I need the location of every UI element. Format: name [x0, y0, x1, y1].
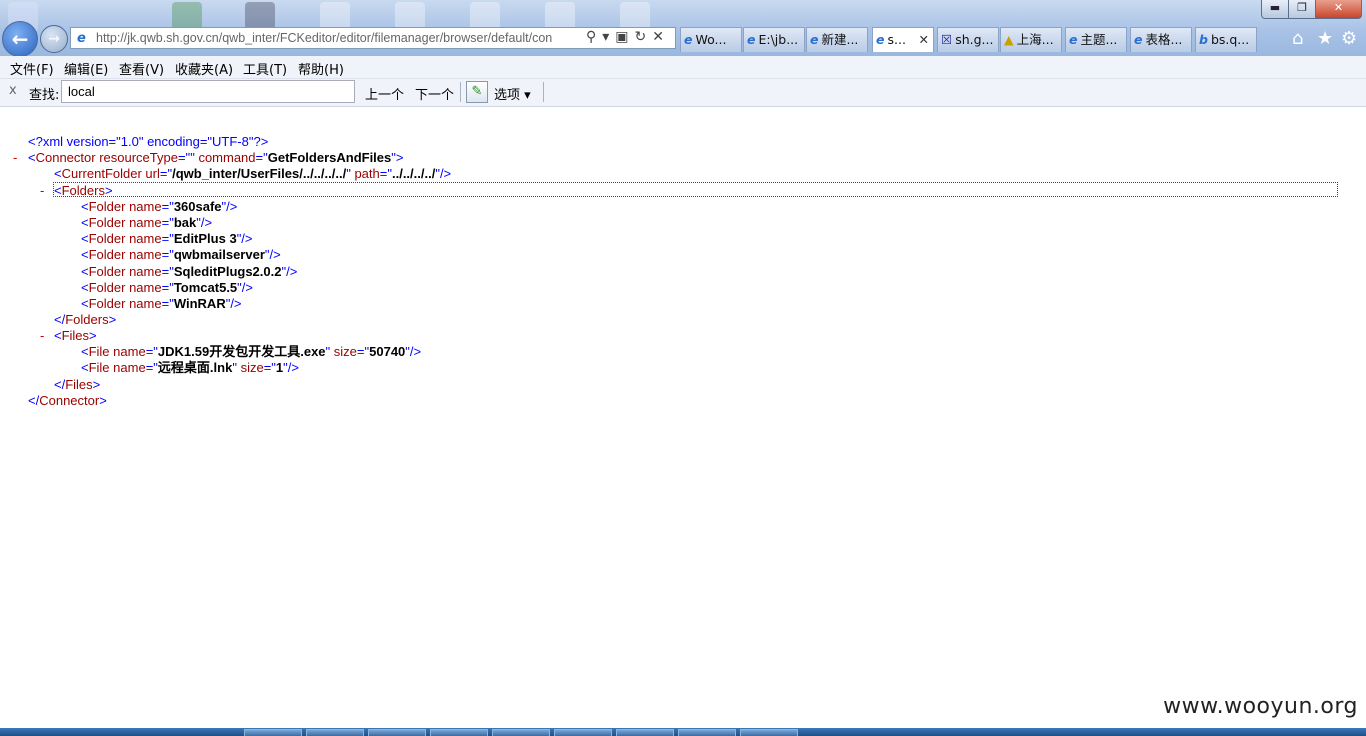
xml-files-close: </Files>: [54, 377, 101, 392]
taskbar-item[interactable]: [368, 729, 426, 736]
gear-icon[interactable]: ⚙: [1341, 28, 1357, 49]
tab[interactable]: e 主题...: [1065, 27, 1127, 52]
menu-file[interactable]: 文件(F): [10, 59, 54, 78]
tab-label: sh.g...: [955, 32, 994, 47]
address-bar-icons[interactable]: ⚲▾▣↻✕: [586, 29, 670, 45]
find-options-button[interactable]: 选项 ▾: [494, 84, 531, 103]
find-previous-button[interactable]: 上一个: [365, 84, 404, 103]
find-input[interactable]: [61, 80, 355, 103]
tab[interactable]: ▲ 上海...: [1000, 27, 1062, 52]
taskbar-item[interactable]: [616, 729, 674, 736]
compat-view-icon[interactable]: ▣: [615, 29, 634, 45]
xml-files-open: <Files>: [54, 328, 97, 343]
ie-page-icon: e: [77, 31, 86, 46]
xml-current-folder: <CurrentFolder url="/qwb_inter/UserFiles…: [54, 166, 452, 181]
close-window-button[interactable]: ✕: [1315, 0, 1362, 19]
separator: [543, 82, 544, 102]
find-next-button[interactable]: 下一个: [415, 84, 454, 103]
ie-favicon-icon: e: [747, 32, 756, 47]
collapse-marker[interactable]: -: [40, 183, 44, 198]
menu-bar: 文件(F) 编辑(E) 查看(V) 收藏夹(A) 工具(T) 帮助(H): [0, 56, 1366, 79]
find-label: 查找:: [29, 88, 60, 103]
browser-title-bar: ▬ ❐ ✕ ← → e http://jk.qwb.sh.gov.cn/qwb_…: [0, 0, 1366, 57]
tab-label: E:\jb...: [758, 32, 799, 47]
minimize-button[interactable]: ▬: [1261, 0, 1289, 19]
collapse-marker[interactable]: -: [13, 150, 17, 165]
taskbar-item[interactable]: [306, 729, 364, 736]
home-icon[interactable]: ⌂: [1292, 28, 1303, 49]
taskbar-item[interactable]: [554, 729, 612, 736]
xml-folder: <Folder name="bak"/>: [81, 215, 213, 230]
xml-folder: <Folder name="WinRAR"/>: [81, 296, 242, 311]
xml-connector-open: <Connector resourceType="" command="GetF…: [28, 150, 404, 165]
taskbar-item[interactable]: [492, 729, 550, 736]
address-url[interactable]: http://jk.qwb.sh.gov.cn/qwb_inter/FCKedi…: [96, 31, 590, 45]
xml-folders-close: </Folders>: [54, 312, 117, 327]
focus-outline: [53, 182, 1338, 197]
tab-close-icon[interactable]: ✕: [919, 28, 929, 51]
tab[interactable]: b bs.q...: [1195, 27, 1257, 52]
dropdown-icon[interactable]: ▾: [602, 29, 615, 45]
xml-folder: <Folder name="SqleditPlugs2.0.2"/>: [81, 264, 298, 279]
paw-favicon-icon: ☒: [941, 32, 953, 47]
stop-icon[interactable]: ✕: [652, 29, 670, 45]
tab[interactable]: ☒ sh.g...: [937, 27, 999, 52]
xml-file: <File name="JDK1.59开发包开发工具.exe" size="50…: [81, 344, 422, 359]
xml-folder: <Folder name="qwbmailserver"/>: [81, 247, 281, 262]
xml-connector-close: </Connector>: [28, 393, 107, 408]
menu-help[interactable]: 帮助(H): [298, 59, 344, 78]
back-arrow-icon: ←: [11, 27, 29, 51]
xml-folder: <Folder name="Tomcat5.5"/>: [81, 280, 253, 295]
bs-favicon-icon: b: [1199, 32, 1208, 47]
tab[interactable]: e 表格...: [1130, 27, 1192, 52]
ie-favicon-icon: e: [876, 32, 885, 47]
xml-folder: <Folder name="360safe"/>: [81, 199, 238, 214]
refresh-icon[interactable]: ↻: [635, 29, 653, 45]
forward-button[interactable]: →: [40, 25, 68, 53]
tab[interactable]: e Wo...: [680, 27, 742, 52]
back-button[interactable]: ←: [2, 21, 38, 57]
tab-label: s...: [887, 32, 906, 47]
menu-edit[interactable]: 编辑(E): [64, 59, 108, 78]
watermark: www.wooyun.org: [1163, 694, 1358, 719]
tab[interactable]: e E:\jb...: [743, 27, 805, 52]
xml-file: <File name="远程桌面.lnk" size="1"/>: [81, 360, 299, 375]
ie-favicon-icon: e: [810, 32, 819, 47]
find-close-icon[interactable]: x: [9, 83, 17, 98]
tab-label: 新建...: [821, 32, 859, 47]
menu-favorites[interactable]: 收藏夹(A): [175, 59, 233, 78]
tab-label: 主题...: [1080, 32, 1118, 47]
collapse-marker[interactable]: -: [40, 328, 44, 343]
xml-folders-open: <Folders>: [54, 183, 113, 198]
tab[interactable]: e 新建...: [806, 27, 868, 52]
taskbar-item[interactable]: [244, 729, 302, 736]
xml-folder: <Folder name="EditPlus 3"/>: [81, 231, 253, 246]
favorites-star-icon[interactable]: ★: [1317, 28, 1333, 49]
separator: [460, 82, 461, 102]
tab-label: 表格...: [1145, 32, 1183, 47]
taskbar-item[interactable]: [740, 729, 798, 736]
maximize-button[interactable]: ❐: [1288, 0, 1316, 19]
ie-favicon-icon: e: [1134, 32, 1143, 47]
xml-declaration: <?xml version="1.0" encoding="UTF-8"?>: [28, 134, 269, 149]
search-icon[interactable]: ⚲: [586, 29, 602, 45]
tab-active[interactable]: e s... ✕: [872, 27, 934, 52]
menu-view[interactable]: 查看(V): [119, 59, 164, 78]
address-bar[interactable]: e http://jk.qwb.sh.gov.cn/qwb_inter/FCKe…: [70, 27, 676, 49]
tab-label: 上海...: [1016, 32, 1054, 47]
highlight-pencil-icon[interactable]: ✎: [466, 81, 488, 103]
tab-label: Wo...: [695, 32, 727, 47]
taskbar: [0, 728, 1366, 736]
menu-tools[interactable]: 工具(T): [243, 59, 287, 78]
ie-favicon-icon: e: [1069, 32, 1078, 47]
find-bar: x 查找: 上一个 下一个 ✎ 选项 ▾: [0, 79, 1366, 107]
tab-label: bs.q...: [1210, 32, 1250, 47]
site-favicon-icon: ▲: [1004, 32, 1014, 47]
forward-arrow-icon: →: [48, 31, 60, 47]
ie-favicon-icon: e: [684, 32, 693, 47]
taskbar-item[interactable]: [430, 729, 488, 736]
taskbar-item[interactable]: [678, 729, 736, 736]
